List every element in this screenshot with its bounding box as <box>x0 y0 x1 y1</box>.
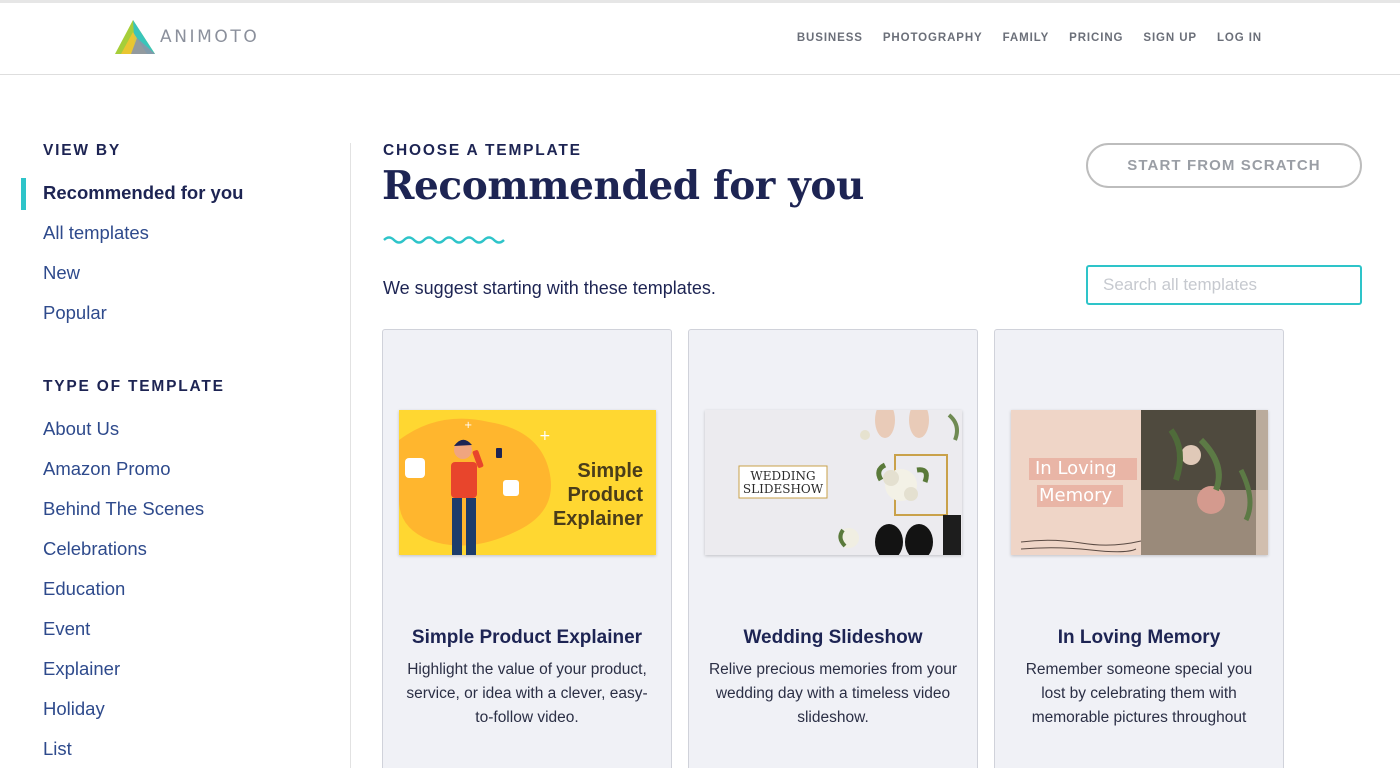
sidebar-divider <box>350 143 351 768</box>
template-thumbnail: In Loving Memory <box>1011 410 1268 555</box>
thumb-text-line-2: SLIDESHOW <box>743 482 824 496</box>
template-card-wedding-slideshow[interactable]: WEDDING SLIDESHOW Wedding Slideshow Reli… <box>688 329 978 768</box>
svg-text:+: + <box>539 428 551 444</box>
active-indicator <box>21 178 26 210</box>
section-eyebrow: CHOOSE A TEMPLATE <box>383 142 582 159</box>
thumb-text-line-1: WEDDING <box>750 469 815 483</box>
card-title: Simple Product Explainer <box>411 627 643 648</box>
sidebar-item-about-us[interactable]: About Us <box>43 418 119 440</box>
wave-divider-icon <box>383 236 505 244</box>
template-thumbnail: WEDDING SLIDESHOW <box>705 410 962 555</box>
nav-log-in[interactable]: LOG IN <box>1217 32 1262 44</box>
card-title: In Loving Memory <box>1057 627 1221 648</box>
view-by-heading: VIEW BY <box>43 142 122 159</box>
animoto-logo[interactable]: ANIMOTO <box>115 19 259 55</box>
animoto-logo-icon <box>115 20 155 54</box>
nav-family[interactable]: FAMILY <box>1003 32 1050 44</box>
template-card-in-loving-memory[interactable]: In Loving Memory In Loving Memory Rememb… <box>994 329 1284 768</box>
sidebar-item-education[interactable]: Education <box>43 578 125 600</box>
svg-text:+: + <box>464 420 472 431</box>
thumb-text-line-2: Product <box>567 484 643 506</box>
card-title: Wedding Slideshow <box>743 627 923 648</box>
in-loving-memory-thumbnail: In Loving Memory <box>1011 410 1268 555</box>
sidebar-item-new[interactable]: New <box>43 262 80 284</box>
type-of-template-heading: TYPE OF TEMPLATE <box>43 378 225 395</box>
sidebar-item-behind-the-scenes[interactable]: Behind The Scenes <box>43 498 204 520</box>
template-thumbnail: + + Simple Product Explainer <box>399 410 656 555</box>
site-header: ANIMOTO BUSINESS PHOTOGRAPHY FAMILY PRIC… <box>0 3 1400 75</box>
product-explainer-thumbnail: + + Simple Product Explainer <box>399 410 656 555</box>
sidebar-item-all-templates[interactable]: All templates <box>43 222 149 244</box>
page-title: Recommended for you <box>382 163 864 209</box>
sidebar-item-holiday[interactable]: Holiday <box>43 698 105 720</box>
sidebar-item-event[interactable]: Event <box>43 618 90 640</box>
nav-business[interactable]: BUSINESS <box>797 32 863 44</box>
nav-pricing[interactable]: PRICING <box>1069 32 1123 44</box>
brand-name: ANIMOTO <box>160 27 260 47</box>
nav-sign-up[interactable]: SIGN UP <box>1143 32 1197 44</box>
wedding-slideshow-thumbnail: WEDDING SLIDESHOW <box>705 410 962 555</box>
sidebar-item-list[interactable]: List <box>43 738 72 760</box>
thumb-text-line-2: Memory <box>1039 485 1113 506</box>
thumb-text-line-3: Explainer <box>553 508 643 530</box>
sidebar-item-popular[interactable]: Popular <box>43 302 107 324</box>
card-description: Remember someone special you lost by cel… <box>1025 661 1253 726</box>
start-from-scratch-button[interactable]: START FROM SCRATCH <box>1086 143 1362 188</box>
sidebar-item-explainer[interactable]: Explainer <box>43 658 120 680</box>
search-templates-input[interactable] <box>1086 265 1362 305</box>
main-nav: BUSINESS PHOTOGRAPHY FAMILY PRICING SIGN… <box>777 32 1262 44</box>
sidebar-item-recommended[interactable]: Recommended for you <box>43 182 243 204</box>
sidebar-item-celebrations[interactable]: Celebrations <box>43 538 147 560</box>
section-subtitle: We suggest starting with these templates… <box>383 278 716 298</box>
sidebar-item-amazon-promo[interactable]: Amazon Promo <box>43 458 171 480</box>
card-description: Highlight the value of your product, ser… <box>406 661 648 726</box>
template-card-simple-product-explainer[interactable]: + + Simple Product Explainer Simple Prod… <box>382 329 672 768</box>
card-description: Relive precious memories from your weddi… <box>708 661 958 726</box>
thumb-text-line-1: In Loving <box>1035 458 1117 479</box>
nav-photography[interactable]: PHOTOGRAPHY <box>883 32 983 44</box>
thumb-text-line-1: Simple <box>577 460 643 482</box>
